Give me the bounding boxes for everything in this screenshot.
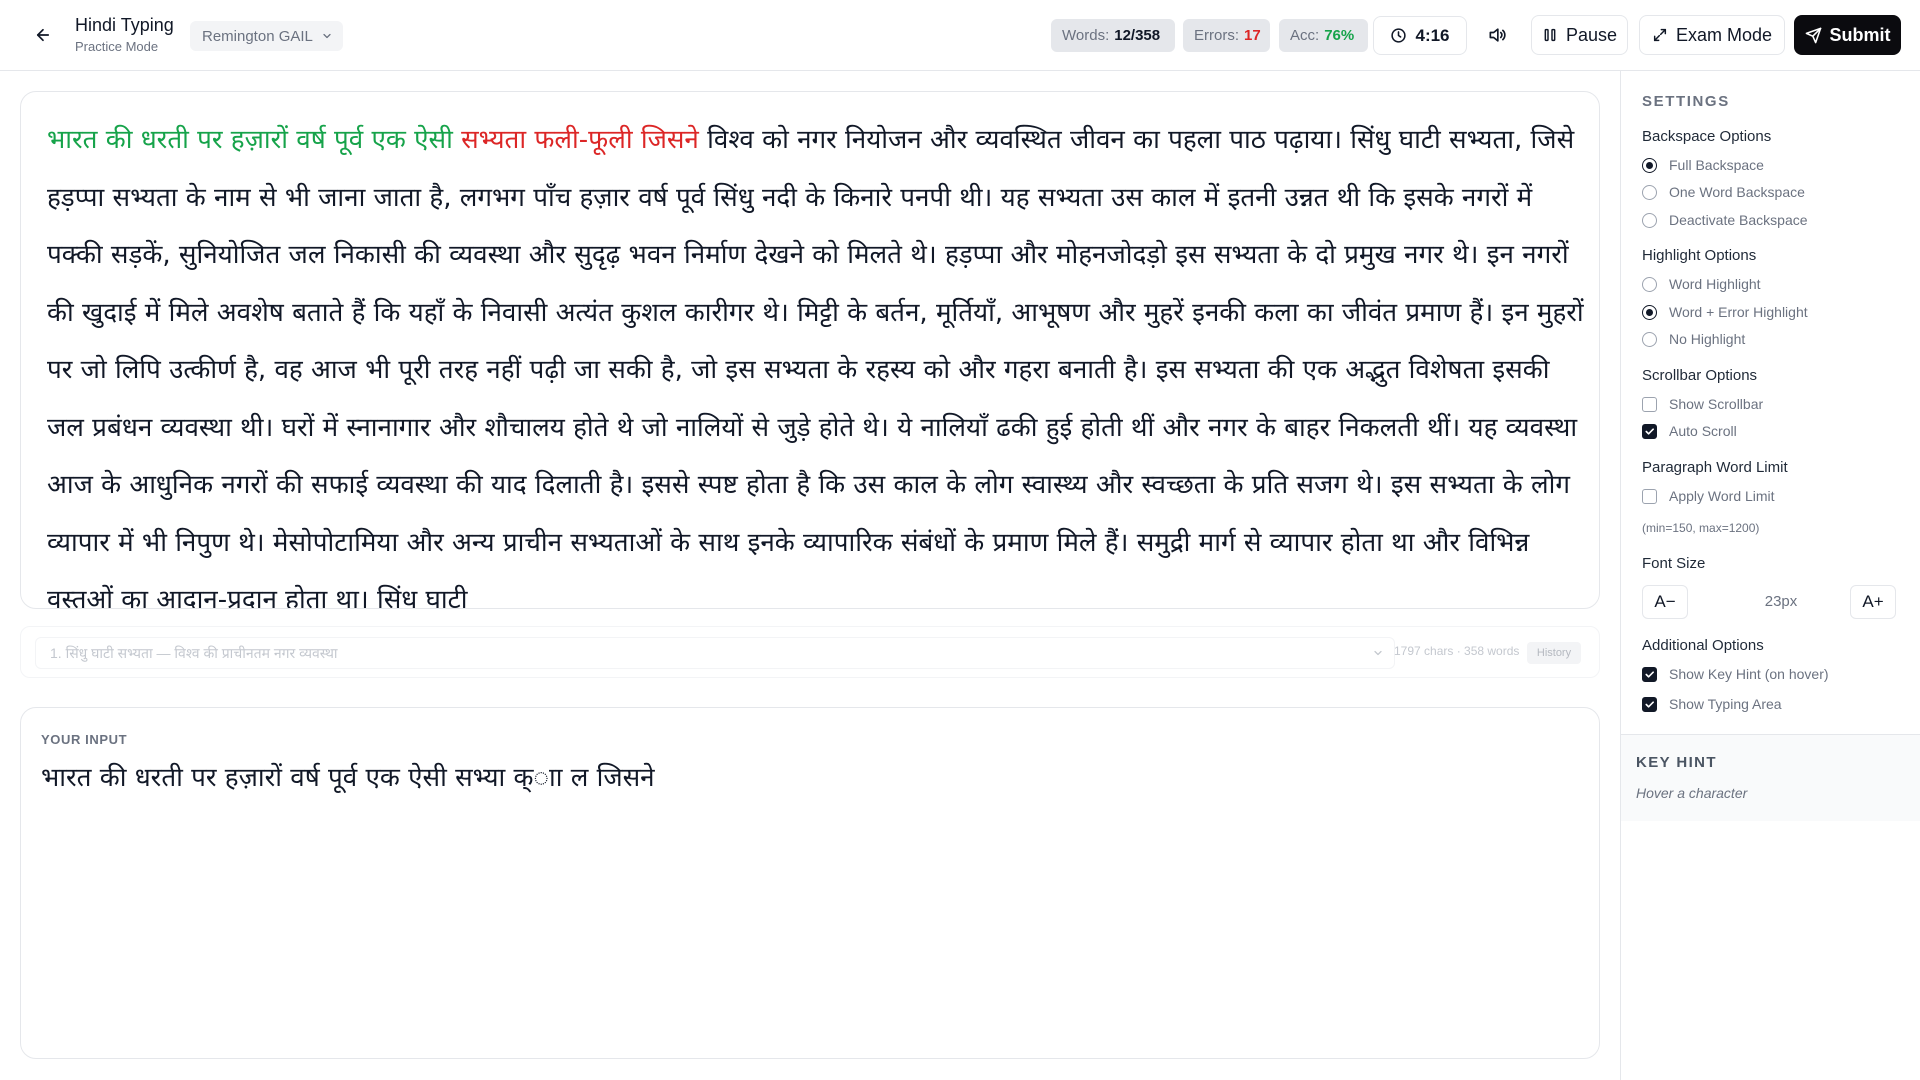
submit-button[interactable]: Submit <box>1794 15 1901 55</box>
passage-text: भारत की धरती पर हज़ारों वर्ष पूर्व एक ऐस… <box>47 112 1587 609</box>
scrollbar-options-title: Scrollbar Options <box>1642 367 1758 384</box>
exam-mode-button[interactable]: Exam Mode <box>1639 15 1785 55</box>
chevron-down-icon <box>1374 650 1382 656</box>
highlight-options-title: Highlight Options <box>1642 247 1757 264</box>
checkmark-icon <box>1645 670 1654 678</box>
errors-stat: Errors: 17 <box>1183 19 1270 52</box>
exam-mode-label: Exam Mode <box>1675 24 1773 45</box>
checkbox-indicator <box>1642 488 1657 504</box>
settings-sidebar: SETTINGS Backspace Options Full Backspac… <box>1620 71 1920 1080</box>
history-button[interactable]: History <box>1527 642 1581 664</box>
errors-value: 17 <box>1244 27 1261 44</box>
passage-select-value: 1. सिंधु घाटी सभ्यता — विश्व की प्राचीनत… <box>50 644 338 661</box>
option-label: Full Backspace <box>1669 157 1764 173</box>
radio-indicator <box>1642 184 1657 200</box>
checkmark-icon <box>1645 427 1654 435</box>
arrow-left-icon <box>36 28 50 42</box>
sound-button[interactable] <box>1482 20 1512 50</box>
volume-icon <box>1489 28 1506 42</box>
words-value: 12/358 <box>1114 27 1161 44</box>
radio-indicator <box>1642 212 1657 228</box>
radio-word-highlight[interactable]: Word Highlight <box>1642 276 1761 292</box>
checkbox-show-key-hint[interactable]: Show Key Hint (on hover) <box>1642 666 1829 682</box>
checkbox-auto-scroll[interactable]: Auto Scroll <box>1642 423 1737 439</box>
chevron-down-icon <box>323 33 331 39</box>
checkmark-icon <box>1645 700 1654 708</box>
back-button[interactable] <box>30 22 56 48</box>
key-hint-title: KEY HINT <box>1636 754 1717 771</box>
submit-label: Submit <box>1829 24 1891 45</box>
radio-word-error-highlight[interactable]: Word + Error Highlight <box>1642 304 1808 320</box>
radio-deactivate-backspace[interactable]: Deactivate Backspace <box>1642 212 1808 228</box>
option-label: One Word Backspace <box>1669 184 1805 200</box>
keyboard-layout-select[interactable]: Remington GAIL <box>190 21 343 51</box>
title-block: Hindi Typing Practice Mode <box>75 14 174 56</box>
checkbox-apply-word-limit[interactable]: Apply Word Limit <box>1642 488 1775 504</box>
pause-button[interactable]: Pause <box>1531 15 1628 55</box>
app-title: Hindi Typing <box>75 15 174 35</box>
word-limit-title: Paragraph Word Limit <box>1642 459 1788 476</box>
input-label: YOUR INPUT <box>41 732 128 747</box>
option-label: Auto Scroll <box>1669 423 1737 439</box>
send-icon <box>1805 27 1821 43</box>
word-limit-hint: (min=150, max=1200) <box>1642 521 1760 535</box>
passage-remaining: विश्व को नगर नियोजन और व्यवस्थित जीवन का… <box>47 125 1584 609</box>
additional-options-title: Additional Options <box>1642 637 1764 654</box>
words-label: Words: <box>1062 27 1110 44</box>
errors-label: Errors: <box>1194 27 1239 44</box>
passage-typed-error: सभ्यता फली-फूली जिसने <box>461 125 699 155</box>
clock-icon <box>1391 28 1407 43</box>
typing-input[interactable]: भारत की धरती पर हज़ारों वर्ष पूर्व एक ऐस… <box>41 758 1581 1038</box>
option-label: Word Highlight <box>1669 276 1761 292</box>
option-label: Show Typing Area <box>1669 696 1782 712</box>
radio-indicator <box>1642 304 1657 320</box>
option-label: No Highlight <box>1669 331 1746 347</box>
passage-selector-row: 1. सिंधु घाटी सभ्यता — विश्व की प्राचीनत… <box>20 626 1600 678</box>
checkbox-indicator <box>1642 666 1657 682</box>
radio-full-backspace[interactable]: Full Backspace <box>1642 157 1764 173</box>
input-card: YOUR INPUT भारत की धरती पर हज़ारों वर्ष … <box>20 707 1600 1059</box>
checkbox-indicator <box>1642 423 1657 439</box>
words-stat: Words: 12/358 <box>1051 19 1175 52</box>
radio-indicator <box>1642 276 1657 292</box>
pause-icon <box>1544 28 1556 42</box>
passage-select[interactable]: 1. सिंधु घाटी सभ्यता — विश्व की प्राचीनत… <box>35 637 1395 669</box>
backspace-options-title: Backspace Options <box>1642 128 1772 145</box>
radio-no-highlight[interactable]: No Highlight <box>1642 331 1745 347</box>
radio-one-word-backspace[interactable]: One Word Backspace <box>1642 184 1805 200</box>
maximize-icon <box>1653 28 1667 42</box>
accuracy-label: Acc: <box>1290 27 1320 44</box>
app-subtitle: Practice Mode <box>75 39 159 54</box>
timer: 4:16 <box>1373 16 1467 55</box>
font-size-title: Font Size <box>1642 555 1706 572</box>
checkbox-show-scrollbar[interactable]: Show Scrollbar <box>1642 396 1763 412</box>
checkbox-show-typing-area[interactable]: Show Typing Area <box>1642 696 1782 712</box>
passage-typed-correct: भारत की धरती पर हज़ारों वर्ष पूर्व एक ऐस… <box>47 125 462 155</box>
passage-meta: 1797 chars · 358 words <box>1394 644 1520 658</box>
accuracy-value: 76% <box>1324 27 1355 44</box>
key-hint-section: KEY HINT Hover a character <box>1621 734 1920 821</box>
font-decrease-button[interactable]: A− <box>1642 585 1688 619</box>
top-bar: Hindi Typing Practice Mode Remington GAI… <box>0 0 1920 71</box>
keyboard-layout-value: Remington GAIL <box>202 27 313 45</box>
radio-indicator <box>1642 331 1657 347</box>
pause-label: Pause <box>1565 24 1618 45</box>
option-label: Word + Error Highlight <box>1669 304 1808 320</box>
option-label: Deactivate Backspace <box>1669 212 1808 228</box>
option-label: Show Key Hint (on hover) <box>1669 666 1829 682</box>
font-increase-button[interactable]: A+ <box>1850 585 1896 619</box>
option-label: Show Scrollbar <box>1669 396 1764 412</box>
key-hint-text: Hover a character <box>1636 785 1748 801</box>
accuracy-stat: Acc: 76% <box>1279 19 1368 52</box>
radio-indicator <box>1642 157 1657 173</box>
checkbox-indicator <box>1642 396 1657 412</box>
timer-value: 4:16 <box>1415 25 1450 45</box>
option-label: Apply Word Limit <box>1669 488 1775 504</box>
passage-card: भारत की धरती पर हज़ारों वर्ष पूर्व एक ऐस… <box>20 91 1600 609</box>
checkbox-indicator <box>1642 696 1657 712</box>
font-size-value: 23px <box>1764 593 1798 610</box>
settings-title: SETTINGS <box>1642 93 1730 110</box>
